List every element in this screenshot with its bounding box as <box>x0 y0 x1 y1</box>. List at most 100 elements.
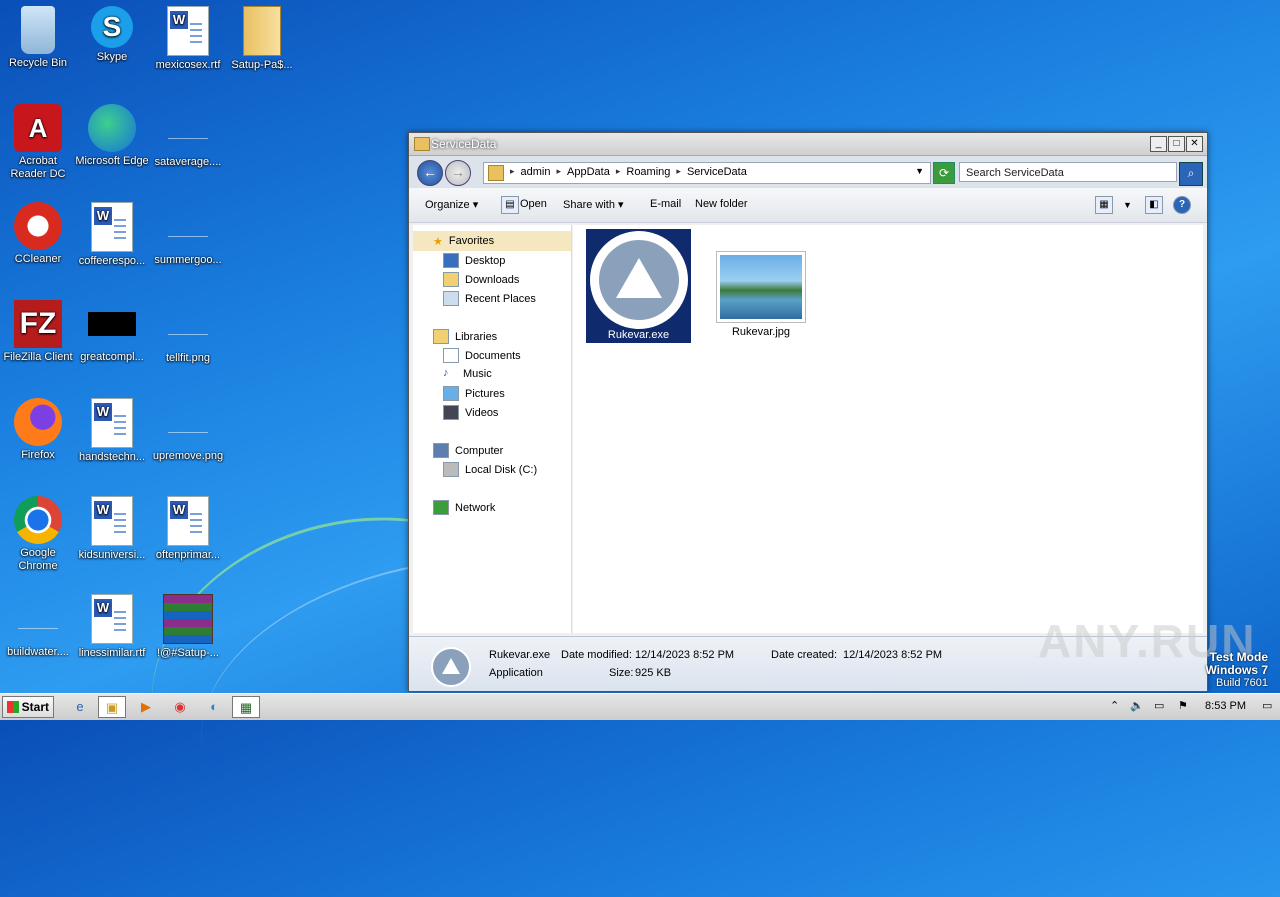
desktop-icon-mexicosex-rtf[interactable]: mexicosex.rtf <box>150 6 226 72</box>
ie-icon[interactable]: e <box>66 696 94 718</box>
window-title: ServiceData <box>431 137 497 151</box>
desktop-icon-linessimilar-rtf[interactable]: linessimilar.rtf <box>74 594 150 660</box>
view-dropdown-icon[interactable]: ▼ <box>1123 200 1132 210</box>
nav-computer[interactable]: Computer <box>433 443 503 458</box>
media-player-icon[interactable]: ▶ <box>132 696 160 718</box>
desktop-icon-microsoft-edge[interactable]: Microsoft Edge <box>74 104 150 168</box>
clock[interactable]: 8:53 PM <box>1205 700 1246 712</box>
desktop-icon-oftenprimar[interactable]: oftenprimar... <box>150 496 226 562</box>
desktop-icon-coffeerespo[interactable]: coffeerespo... <box>74 202 150 268</box>
search-icon[interactable]: ⌕ <box>1179 162 1203 186</box>
breadcrumb-appdata[interactable]: AppData <box>567 166 610 178</box>
breadcrumb[interactable]: ▸ admin ▸ AppData ▸ Roaming ▸ ServiceDat… <box>483 162 931 184</box>
desktop-icon-sataverage[interactable]: sataverage.... <box>150 104 226 169</box>
address-bar-row: ← → ▸ admin ▸ AppData ▸ Roaming ▸ Servic… <box>409 156 1207 188</box>
start-button[interactable]: Start <box>2 696 54 718</box>
nav-recent-places[interactable]: Recent Places <box>443 291 536 306</box>
desktop-icon-ccleaner[interactable]: CCleaner <box>0 202 76 266</box>
desktop-icon-upremove-png[interactable]: upremove.png <box>150 398 226 463</box>
new-folder-button[interactable]: New folder <box>695 198 748 210</box>
breadcrumb-roaming[interactable]: Roaming <box>626 166 670 178</box>
desktop-icon-satup-pa[interactable]: Satup-Pa$... <box>224 6 300 72</box>
flag-icon[interactable]: ⚑ <box>1178 699 1188 712</box>
desktop-icon-acrobat-reader-dc[interactable]: A Acrobat Reader DC <box>0 104 76 181</box>
speaker-icon[interactable]: 🔈 <box>1130 699 1144 712</box>
breadcrumb-servicedata[interactable]: ServiceData <box>687 166 747 178</box>
preview-pane-icon[interactable]: ◧ <box>1145 196 1163 214</box>
status-type: Application <box>489 667 543 679</box>
folder-icon <box>488 165 504 181</box>
libraries-icon <box>433 329 449 344</box>
skype-icon: S <box>91 6 133 48</box>
share-with-button[interactable]: Share with ▾ <box>563 198 624 211</box>
breadcrumb-admin[interactable]: admin <box>521 166 551 178</box>
refresh-icon[interactable]: ⟳ <box>933 162 955 184</box>
network-tray-icon[interactable]: ▭ <box>1154 699 1164 712</box>
size-label: Size: <box>609 667 634 679</box>
forward-button[interactable]: → <box>445 160 471 186</box>
videos-icon <box>443 405 459 420</box>
blank-file-icon <box>168 412 208 433</box>
edge-icon[interactable]: ◐ <box>200 696 228 718</box>
filezilla-icon: FZ <box>14 300 62 348</box>
nav-downloads[interactable]: Downloads <box>443 272 519 287</box>
desktop-icon-label: linessimilar.rtf <box>78 647 146 659</box>
desktop-icon-label: oftenprimar... <box>155 549 221 561</box>
desktop-icon-recycle-bin[interactable]: Recycle Bin <box>0 6 76 70</box>
desktop-icon-google-chrome[interactable]: Google Chrome <box>0 496 76 573</box>
close-button[interactable]: ✕ <box>1186 136 1203 152</box>
desktop-icon-greatcompl[interactable]: greatcompl... <box>74 300 150 364</box>
open-button[interactable]: Open <box>520 198 547 210</box>
show-hidden-icons[interactable]: ⌃ <box>1110 699 1119 712</box>
nav-videos[interactable]: Videos <box>443 405 498 420</box>
desktop-icon-label: upremove.png <box>152 450 224 462</box>
help-icon[interactable]: ? <box>1173 196 1191 214</box>
desktop-icon-label: !@#Satup-... <box>157 647 219 659</box>
chrome-icon[interactable]: ◉ <box>166 696 194 718</box>
desktop-icon-label: buildwater.... <box>7 646 69 658</box>
desktop-icon-skype[interactable]: S Skype <box>74 6 150 64</box>
desktop-icon-filezilla-client[interactable]: FZ FileZilla Client <box>0 300 76 364</box>
desktop-icon--satup[interactable]: !@#Satup-... <box>150 594 226 660</box>
explorer-window[interactable]: ServiceData _ □ ✕ ← → ▸ admin ▸ AppData … <box>408 132 1208 692</box>
nav-desktop[interactable]: Desktop <box>443 253 505 268</box>
folder-zip-icon <box>243 6 281 56</box>
nav-network[interactable]: Network <box>433 500 495 515</box>
winrar-icon <box>163 594 213 644</box>
back-button[interactable]: ← <box>417 160 443 186</box>
nav-documents[interactable]: Documents <box>443 348 521 363</box>
nav-favorites[interactable]: ★ Favorites <box>413 231 571 251</box>
organize-button[interactable]: Organize ▾ <box>425 198 478 211</box>
maximize-button[interactable]: □ <box>1168 136 1185 152</box>
file-item-rukevar-jpg[interactable]: Rukevar.jpg <box>711 251 811 341</box>
modified-label: Date modified: <box>561 649 632 661</box>
created-label: Date created: <box>771 649 838 661</box>
file-list[interactable]: Rukevar.exe Rukevar.jpg <box>573 225 1203 633</box>
file-item-rukevar-exe[interactable]: Rukevar.exe <box>586 229 691 343</box>
title-bar[interactable]: ServiceData _ □ ✕ <box>409 133 1207 156</box>
desktop-icon-tellfit-png[interactable]: tellfit.png <box>150 300 226 365</box>
nav-music[interactable]: ♪ Music <box>443 367 492 380</box>
desktop-icon-summergoo[interactable]: summergoo... <box>150 202 226 267</box>
search-input[interactable]: Search ServiceData <box>959 162 1177 182</box>
chevron-down-icon[interactable]: ▼ <box>915 166 924 176</box>
recent-places-icon <box>443 291 459 306</box>
word-doc-icon <box>91 496 133 546</box>
folder-icon <box>414 137 430 151</box>
black-image-icon <box>88 312 136 336</box>
desktop-icon-kidsuniversi[interactable]: kidsuniversi... <box>74 496 150 562</box>
nav-pictures[interactable]: Pictures <box>443 386 505 401</box>
desktop-icon-buildwater[interactable]: buildwater.... <box>0 594 76 659</box>
desktop-icon-handstechn[interactable]: handstechn... <box>74 398 150 464</box>
minimize-button[interactable]: _ <box>1150 136 1167 152</box>
desktop-icon-label: Satup-Pa$... <box>231 59 293 71</box>
network-icon <box>433 500 449 515</box>
app-taskbar-button[interactable]: ▦ <box>232 696 260 718</box>
desktop-icon-firefox[interactable]: Firefox <box>0 398 76 462</box>
view-icon[interactable]: ▦ <box>1095 196 1113 214</box>
show-desktop-button[interactable]: ▭ <box>1262 699 1272 712</box>
email-button[interactable]: E-mail <box>650 198 681 210</box>
nav-libraries[interactable]: Libraries <box>433 329 497 344</box>
nav-local-disk[interactable]: Local Disk (C:) <box>443 462 537 477</box>
explorer-taskbar-button[interactable]: ▣ <box>98 696 126 718</box>
